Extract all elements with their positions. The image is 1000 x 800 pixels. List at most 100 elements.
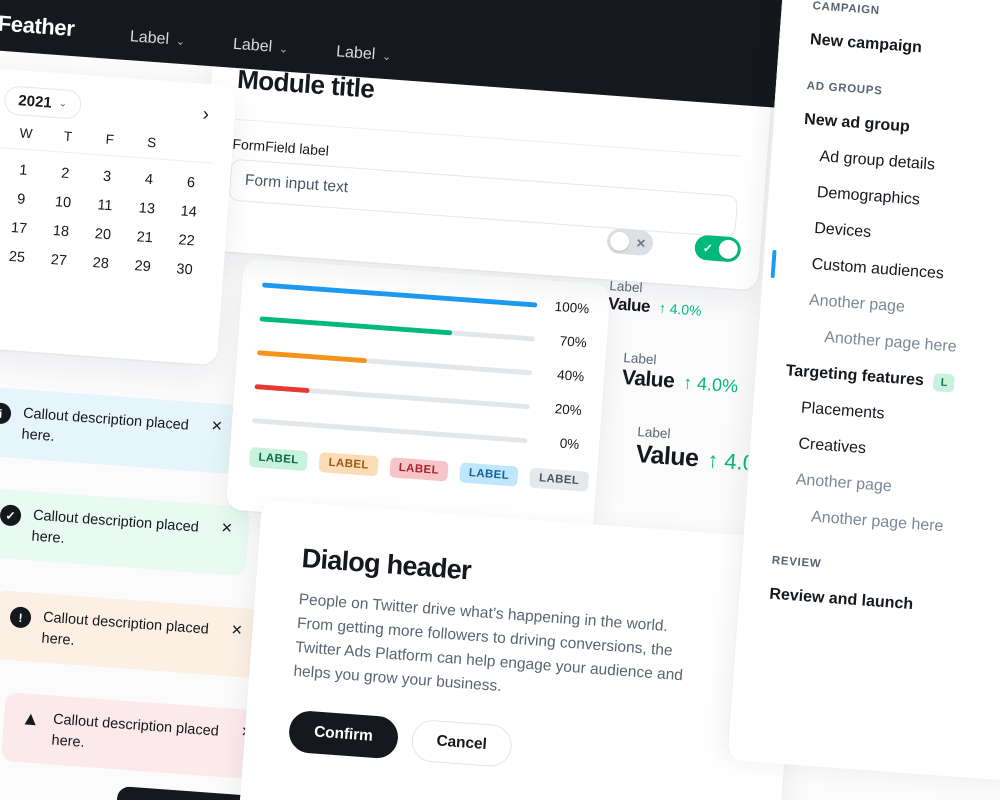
callout-info: i Callout description placed here. ✕ [0, 386, 241, 475]
weekday-header: S [146, 134, 157, 151]
calendar-day[interactable]: 20 [81, 218, 125, 250]
progress-track[interactable] [259, 316, 536, 342]
nav-item-label: Label [232, 35, 273, 56]
progress-bar-row: 100% [261, 277, 590, 317]
progress-value-label: 0% [559, 435, 580, 453]
weekday-header: W [19, 125, 33, 142]
calendar-day[interactable]: 25 [0, 241, 39, 273]
close-icon[interactable]: ✕ [222, 621, 243, 639]
sidebar-item-label: Creatives [797, 435, 867, 458]
progress-bar-list: 100% 70% 40% 20% 0% [251, 277, 590, 453]
progress-fill [254, 384, 310, 394]
year-select[interactable]: 2021 ⌄ [3, 85, 83, 120]
nav-item-1[interactable]: Label ⌄ [232, 36, 289, 58]
sidebar-badge: L [933, 373, 956, 393]
stat-block: Label Value ↑ 4.0% [621, 350, 740, 398]
sidebar-item-label: Another page [795, 471, 893, 496]
progress-track[interactable] [256, 350, 533, 376]
close-icon[interactable]: ✕ [202, 417, 223, 435]
nav-item-2[interactable]: Label ⌄ [335, 43, 392, 65]
sidebar-item-review-and-launch[interactable]: Review and launch [768, 577, 1000, 633]
chevron-down-icon: ⌄ [175, 35, 186, 48]
progress-bar-row: 70% [259, 311, 587, 350]
progress-fill [256, 350, 368, 364]
sidebar-item-label: Devices [813, 219, 872, 242]
stat-delta: ↑ 4.0% [658, 299, 703, 319]
nav-item-label: Label [129, 28, 170, 49]
calendar-day[interactable]: 3 [85, 160, 129, 192]
progress-bar-row: 0% [251, 413, 580, 453]
progress-value-label: 100% [554, 298, 590, 317]
stat-value: Value [621, 365, 676, 393]
calendar-day[interactable]: 30 [163, 253, 207, 285]
calendar-day[interactable]: 21 [123, 221, 167, 253]
nav-item-0[interactable]: Label ⌄ [129, 28, 186, 50]
toggle-knob [609, 231, 630, 252]
label-chip[interactable]: LABEL [318, 452, 379, 477]
calendar-day[interactable]: 29 [121, 250, 165, 282]
progress-value-label: 20% [554, 401, 583, 419]
callout-text: Callout description placed here. [21, 405, 190, 445]
warning-triangle-icon: ▲ [20, 707, 41, 731]
calendar-day[interactable]: 14 [167, 195, 211, 227]
dialog: ✕ Dialog header People on Twitter drive … [238, 500, 801, 800]
toggle-on[interactable]: ✓ [693, 234, 742, 263]
check-circle-icon: ✓ [0, 504, 22, 527]
calendar-day[interactable]: 13 [125, 192, 169, 224]
sidebar-item-label: Placements [800, 399, 886, 423]
progress-fill [259, 316, 453, 336]
calendar-header: Dec ⌄ 2021 ⌄ › [0, 79, 218, 129]
sidebar-item-label: Custom audiences [811, 255, 945, 283]
sidebar-item-new-campaign[interactable]: New campaign [809, 22, 1000, 78]
progress-value-label: 70% [559, 333, 588, 351]
close-icon[interactable]: ✕ [212, 519, 233, 537]
calendar-day[interactable]: 18 [39, 215, 83, 247]
calendar-day[interactable]: 17 [0, 212, 41, 244]
callout-success: ✓ Callout description placed here. ✕ [0, 488, 251, 577]
sidebar-item-label: New ad group [803, 110, 911, 136]
chevron-down-icon: ⌄ [381, 50, 392, 63]
sidebar-item-label: Another page here [823, 328, 958, 356]
label-chip[interactable]: LABEL [248, 446, 309, 472]
callout-warning: ! Callout description placed here. ✕ [0, 590, 261, 679]
confirm-button[interactable]: Confirm [287, 709, 400, 760]
sidebar-item-label: Another page here [810, 508, 944, 536]
toggle-off[interactable]: ✕ [606, 228, 654, 257]
sidebar-item-label: Review and launch [768, 585, 914, 614]
label-chip[interactable]: LABEL [389, 457, 449, 482]
calendar-day[interactable]: 1 [1, 154, 45, 186]
calendar-day[interactable]: 22 [165, 224, 209, 256]
toggle-mark-icon: ✓ [702, 240, 714, 256]
sidebar-item-label: Targeting features [785, 362, 925, 390]
stat-delta: ↑ 4.0% [682, 372, 739, 397]
exclamation-circle-icon: ! [9, 606, 32, 629]
cancel-button[interactable]: Cancel [410, 718, 514, 768]
callout-text: Callout description placed here. [31, 507, 200, 547]
progress-chart-card: 100% 70% 40% 20% 0% LABEL LABEL LABEL LABEL LABE… [225, 258, 612, 537]
sidebar-item-label: Demographics [816, 184, 921, 209]
label-chip[interactable]: LABEL [529, 467, 589, 492]
calendar-day[interactable]: 2 [43, 157, 87, 189]
calendar-day[interactable]: 27 [37, 244, 81, 276]
year-select-value: 2021 [17, 92, 53, 112]
calendar-day[interactable]: 10 [41, 186, 85, 218]
calendar-day[interactable]: 28 [79, 247, 123, 279]
chevron-down-icon: ⌄ [58, 98, 68, 110]
dialog-body: People on Twitter drive what’s happening… [292, 590, 684, 696]
date-picker: Dec ⌄ 2021 ⌄ › MTWTFS2930123467891011131… [0, 62, 238, 366]
progress-track[interactable] [254, 384, 531, 410]
calendar-day[interactable]: 9 [0, 183, 43, 215]
progress-track[interactable] [261, 282, 538, 308]
calendar-day[interactable]: 11 [83, 189, 127, 221]
brand-logo[interactable]: Feather [0, 11, 75, 43]
calendar-day[interactable]: 4 [127, 163, 171, 195]
calendar-day[interactable]: 6 [169, 167, 213, 199]
chevron-down-icon: ⌄ [278, 42, 289, 56]
next-month-icon[interactable]: › [194, 103, 218, 127]
label-chip[interactable]: LABEL [459, 462, 519, 487]
calendar-grid: MTWTFS2930123467891011131415161718202122… [0, 118, 215, 314]
app-canvas: Feather Label ⌄ Label ⌄ Label ⌄ Dec ⌄ 2021 ⌄ … [0, 0, 1000, 800]
toggle-mark-icon: ✕ [635, 235, 647, 251]
sidebar-item-label: New campaign [809, 31, 923, 57]
progress-track[interactable] [251, 418, 528, 444]
